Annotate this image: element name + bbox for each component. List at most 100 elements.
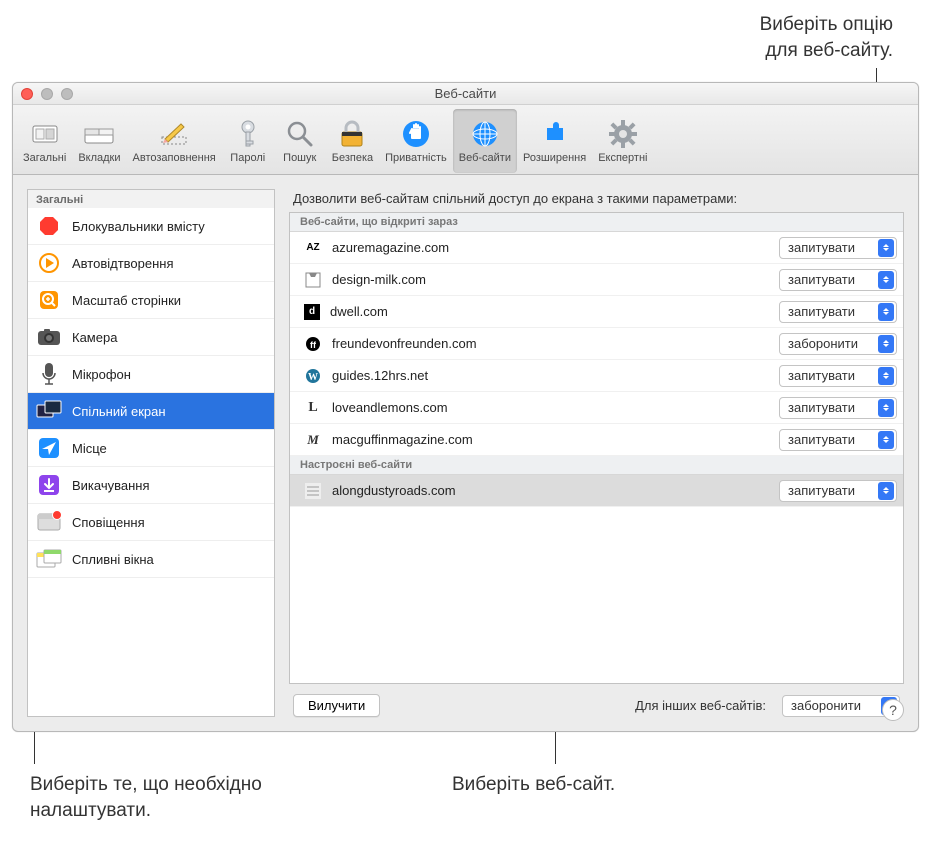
- popup-value: запитувати: [788, 304, 878, 319]
- pencil-icon: [158, 118, 190, 150]
- favicon-icon: AZ: [304, 239, 322, 257]
- sidebar-item-label: Сповіщення: [72, 515, 145, 530]
- callout-top-right: Виберіть опцію для веб-сайту.: [760, 12, 893, 63]
- updown-arrows-icon: [878, 482, 894, 500]
- panel-heading: Дозволити веб-сайтам спільний доступ до …: [293, 191, 904, 206]
- preferences-window: Веб-сайти Загальні Вкладки Автозаповненн…: [12, 82, 919, 732]
- tab-security[interactable]: Безпека: [326, 109, 379, 173]
- tab-advanced[interactable]: Експертні: [592, 109, 653, 173]
- tabs-icon: [83, 118, 115, 150]
- tab-label: Приватність: [385, 152, 447, 164]
- screens-icon: [36, 400, 62, 422]
- updown-arrows-icon: [878, 271, 894, 289]
- popup-value: запитувати: [788, 400, 878, 415]
- zoom-icon: [36, 289, 62, 311]
- sidebar-item-label: Спільний екран: [72, 404, 166, 419]
- permission-popup[interactable]: запитувати: [779, 365, 897, 387]
- remove-button[interactable]: Вилучити: [293, 694, 380, 717]
- sidebar-item-notifications[interactable]: Сповіщення: [28, 504, 274, 541]
- tab-label: Експертні: [598, 152, 647, 164]
- site-row[interactable]: d dwell.com запитувати: [290, 296, 903, 328]
- callout-bottom-left: Виберіть те, що необхідно налаштувати.: [30, 772, 262, 823]
- sidebar-item-page-zoom[interactable]: Масштаб сторінки: [28, 282, 274, 319]
- permission-popup[interactable]: запитувати: [779, 269, 897, 291]
- tab-label: Вкладки: [78, 152, 120, 164]
- tab-general[interactable]: Загальні: [17, 109, 72, 173]
- tab-extensions[interactable]: Розширення: [517, 109, 592, 173]
- gear-icon: [607, 118, 639, 150]
- updown-arrows-icon: [878, 303, 894, 321]
- permission-popup[interactable]: запитувати: [779, 429, 897, 451]
- sidebar-item-autoplay[interactable]: Автовідтворення: [28, 245, 274, 282]
- site-domain: loveandlemons.com: [332, 400, 779, 415]
- help-button[interactable]: ?: [882, 699, 904, 721]
- key-icon: [232, 118, 264, 150]
- help-label: ?: [889, 702, 897, 718]
- microphone-icon: [36, 363, 62, 385]
- site-row[interactable]: AZ azuremagazine.com запитувати: [290, 232, 903, 264]
- callout-text: Виберіть те, що необхідно: [30, 772, 262, 798]
- titlebar: Веб-сайти: [13, 83, 918, 105]
- svg-text:ff: ff: [310, 340, 317, 350]
- tab-label: Пошук: [283, 152, 316, 164]
- svg-text:W: W: [308, 372, 318, 383]
- site-row[interactable]: W guides.12hrs.net запитувати: [290, 360, 903, 392]
- sidebar-item-content-blockers[interactable]: Блокувальники вмісту: [28, 208, 274, 245]
- tab-passwords[interactable]: Паролі: [222, 109, 274, 173]
- tab-autofill[interactable]: Автозаповнення: [127, 109, 222, 173]
- location-icon: [36, 437, 62, 459]
- popup-value: заборонити: [791, 698, 881, 713]
- stop-icon: [36, 215, 62, 237]
- site-row[interactable]: L loveandlemons.com запитувати: [290, 392, 903, 424]
- switch-icon: [29, 118, 61, 150]
- tab-search[interactable]: Пошук: [274, 109, 326, 173]
- tab-label: Паролі: [230, 152, 265, 164]
- tab-tabs[interactable]: Вкладки: [72, 109, 126, 173]
- site-row[interactable]: ff freundevonfreunden.com заборонити: [290, 328, 903, 360]
- sidebar-item-popups[interactable]: Спливні вікна: [28, 541, 274, 578]
- permission-popup[interactable]: запитувати: [779, 480, 897, 502]
- site-domain: alongdustyroads.com: [332, 483, 779, 498]
- popup-value: запитувати: [788, 368, 878, 383]
- permission-popup[interactable]: запитувати: [779, 397, 897, 419]
- sidebar-item-label: Камера: [72, 330, 117, 345]
- globe-icon: [469, 118, 501, 150]
- sidebar-item-label: Мікрофон: [72, 367, 131, 382]
- callout-text: Виберіть опцію: [760, 12, 893, 38]
- sidebar-item-label: Блокувальники вмісту: [72, 219, 205, 234]
- websites-table: Веб-сайти, що відкриті зараз AZ azuremag…: [289, 212, 904, 684]
- site-row[interactable]: M macguffinmagazine.com запитувати: [290, 424, 903, 456]
- tab-websites[interactable]: Веб-сайти: [453, 109, 517, 173]
- permission-popup[interactable]: запитувати: [779, 301, 897, 323]
- site-row[interactable]: design-milk.com запитувати: [290, 264, 903, 296]
- sidebar-item-downloads[interactable]: Викачування: [28, 467, 274, 504]
- sidebar-item-label: Масштаб сторінки: [72, 293, 181, 308]
- tab-label: Веб-сайти: [459, 152, 511, 164]
- callout-text: для веб-сайту.: [760, 38, 893, 64]
- site-row[interactable]: alongdustyroads.com запитувати: [290, 475, 903, 507]
- sidebar-item-label: Місце: [72, 441, 107, 456]
- window-title: Веб-сайти: [13, 86, 918, 101]
- sidebar-item-location[interactable]: Місце: [28, 430, 274, 467]
- site-domain: guides.12hrs.net: [332, 368, 779, 383]
- main-panel: Дозволити веб-сайтам спільний доступ до …: [289, 189, 904, 717]
- favicon-icon: [304, 271, 322, 289]
- callout-bottom-right: Виберіть веб-сайт.: [452, 772, 615, 798]
- popup-value: запитувати: [788, 272, 878, 287]
- permission-popup[interactable]: запитувати: [779, 237, 897, 259]
- sidebar-item-microphone[interactable]: Мікрофон: [28, 356, 274, 393]
- popups-icon: [36, 548, 62, 570]
- favicon-icon: M: [304, 431, 322, 449]
- favicon-icon: [304, 482, 322, 500]
- callout-text: налаштувати.: [30, 798, 262, 824]
- permission-popup[interactable]: заборонити: [779, 333, 897, 355]
- sidebar-item-screen-sharing[interactable]: Спільний екран: [28, 393, 274, 430]
- site-domain: dwell.com: [330, 304, 779, 319]
- sidebar-item-camera[interactable]: Камера: [28, 319, 274, 356]
- tab-label: Автозаповнення: [133, 152, 216, 164]
- popup-value: запитувати: [788, 240, 878, 255]
- tab-label: Безпека: [332, 152, 373, 164]
- popup-value: заборонити: [788, 336, 878, 351]
- tab-privacy[interactable]: Приватність: [379, 109, 453, 173]
- tab-label: Загальні: [23, 152, 66, 164]
